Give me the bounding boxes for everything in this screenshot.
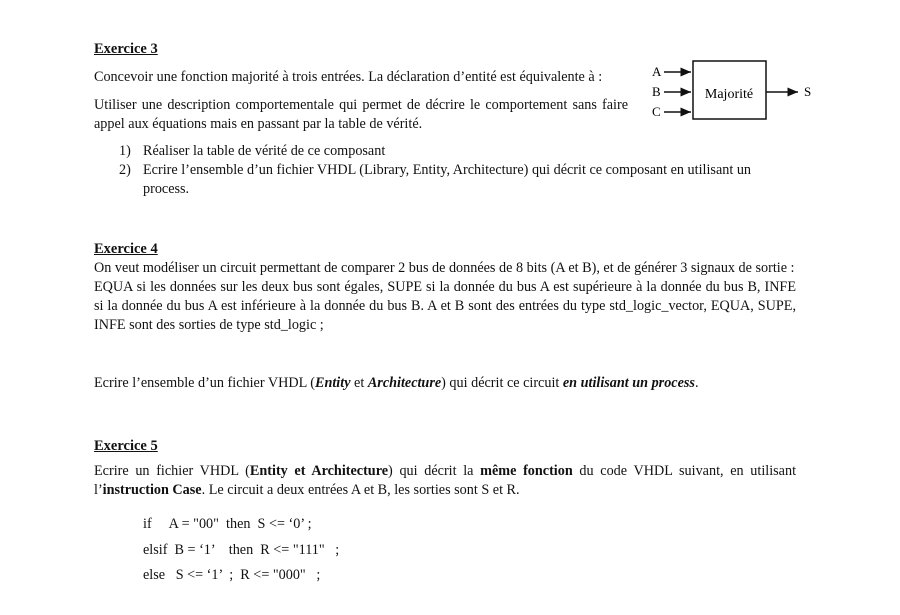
- exercise-5: Exercice 5: [94, 437, 796, 456]
- code-line: if A = "00" then S <= ‘0’ ;: [143, 516, 312, 532]
- list-item: 2) Ecrire l’ensemble d’un fichier VHDL (L…: [119, 162, 752, 197]
- exercise-5-paragraph: Ecrire un fichier VHDL (Entity et Archit…: [94, 463, 797, 498]
- exercise-3-title: Exercice 3: [94, 41, 158, 57]
- input-c-label: C: [652, 104, 661, 119]
- exercise-3-intro: Concevoir une fonction majorité à trois …: [94, 69, 603, 85]
- exercise-3-para-block: Utiliser une description comportementale…: [94, 96, 628, 134]
- exercise-3-intro-block: Concevoir une fonction majorité à trois …: [94, 68, 634, 87]
- entity-keyword: Entity: [315, 375, 351, 391]
- exercise-5-text-block: Ecrire un fichier VHDL (Entity et Archit…: [94, 462, 796, 500]
- process-emphasis: en utilisant un process: [562, 375, 695, 391]
- exercise-4-paragraph-2: EQUA si les données sur les deux bus son…: [94, 279, 796, 333]
- majority-entity-diagram: Majorité A B C S: [648, 58, 818, 128]
- exercise-4-title: Exercice 4: [94, 241, 158, 257]
- exercise-4: Exercice 4 On veut modéliser un circuit …: [94, 240, 796, 335]
- architecture-keyword: Architecture: [367, 375, 442, 391]
- exercise-3-list-block: 1) Réaliser la table de vérité de ce comp…: [94, 142, 796, 199]
- list-item: 1) Réaliser la table de vérité de ce comp…: [119, 143, 386, 159]
- majority-block-label: Majorité: [705, 87, 753, 102]
- majority-diagram-svg: Majorité A B C S: [652, 60, 811, 120]
- code-line: elsif B = ‘1’ then R <= "111" ;: [143, 542, 340, 558]
- input-b-label: B: [652, 84, 661, 99]
- exercise-4-task-block: Ecrire l’ensemble d’un fichier VHDL (Ent…: [94, 374, 796, 393]
- output-s-label: S: [804, 84, 811, 99]
- exercise-5-title: Exercice 5: [94, 438, 158, 454]
- code-line: else S <= ‘1’ ; R <= "000" ;: [143, 567, 321, 583]
- exercise-3-list: 1) Réaliser la table de vérité de ce comp…: [94, 142, 796, 199]
- exercise-3-paragraph: Utiliser une description comportementale…: [94, 97, 628, 132]
- exercise-3: Exercice 3: [94, 40, 796, 59]
- exercise-4-task: Ecrire l’ensemble d’un fichier VHDL (Ent…: [94, 375, 699, 391]
- document-page: Exercice 3 Concevoir une fonction majori…: [0, 0, 900, 615]
- input-a-label: A: [652, 64, 662, 79]
- exercise-4-paragraph-1: On veut modéliser un circuit permettant …: [94, 260, 795, 276]
